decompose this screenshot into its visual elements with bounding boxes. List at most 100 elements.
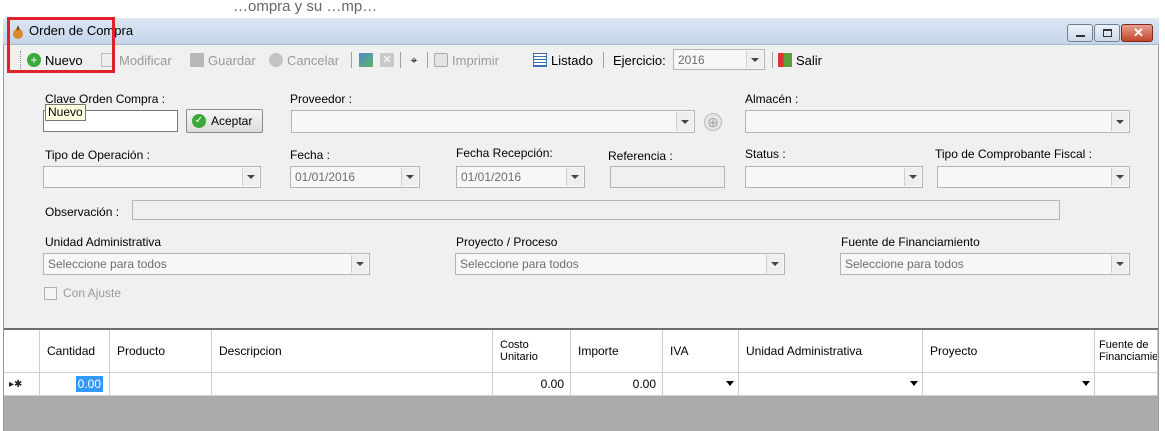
chevron-down-icon	[766, 255, 783, 273]
referencia-label: Referencia :	[608, 149, 673, 163]
toolbar-separator	[351, 52, 352, 68]
toolbar-separator	[603, 52, 604, 68]
fecha-recepcion-value: 01/01/2016	[461, 170, 522, 184]
guardar-button[interactable]: Guardar	[190, 51, 256, 69]
column-header-proyecto[interactable]: Proyecto	[923, 330, 1095, 373]
column-header-fuente[interactable]: Fuente de Financiamie	[1095, 330, 1158, 373]
toolbar-separator	[772, 52, 773, 68]
toolbar-separator	[400, 52, 401, 68]
fecha-value: 01/01/2016	[295, 170, 356, 184]
fecha-recepcion-picker[interactable]: 01/01/2016	[456, 166, 585, 188]
almacen-select[interactable]	[745, 110, 1130, 133]
proveedor-label: Proveedor :	[290, 92, 353, 106]
cell-fuente[interactable]	[1095, 373, 1158, 396]
row-header-corner	[4, 330, 40, 373]
chevron-down-icon	[904, 168, 921, 186]
fuente-select[interactable]: Seleccione para todos	[840, 253, 1130, 275]
fuente-label: Fuente de Financiamiento	[841, 235, 980, 249]
cell-proyecto-select[interactable]	[923, 373, 1095, 396]
listado-button[interactable]: Listado	[533, 51, 593, 69]
imprimir-button[interactable]: Imprimir	[434, 51, 499, 69]
column-header-iva[interactable]: IVA	[663, 330, 739, 373]
aceptar-button[interactable]: ✓ Aceptar	[186, 109, 263, 133]
highlight-box	[7, 17, 115, 73]
unidad-label: Unidad Administrativa	[45, 235, 162, 249]
search-button[interactable]: ⌖	[407, 51, 425, 69]
cell-iva-select[interactable]	[663, 373, 739, 396]
cell-producto[interactable]	[110, 373, 212, 396]
list-icon	[533, 53, 547, 67]
observacion-input[interactable]	[132, 200, 1060, 220]
chevron-down-icon	[1111, 112, 1128, 131]
minimize-icon	[1076, 35, 1085, 37]
toolbar-separator	[427, 52, 428, 68]
fecha-label: Fecha :	[290, 148, 331, 162]
chevron-down-icon	[566, 168, 583, 186]
tipo-operacion-select[interactable]	[43, 166, 261, 188]
chevron-down-icon	[676, 112, 693, 131]
tipo-comprobante-select[interactable]	[937, 166, 1130, 188]
check-icon: ✓	[192, 114, 206, 128]
ejercicio-select[interactable]: 2016	[673, 49, 765, 70]
new-row-marker: ▸✱	[4, 373, 40, 396]
chevron-down-icon	[351, 255, 368, 273]
proyecto-label: Proyecto / Proceso	[456, 235, 558, 249]
column-header-descripcion[interactable]: Descripcion	[212, 330, 493, 373]
chevron-down-icon	[726, 381, 734, 386]
fecha-recepcion-label: Fecha Recepción:	[456, 146, 553, 160]
cell-importe[interactable]: 0.00	[571, 373, 663, 396]
column-header-unidad[interactable]: Unidad Administrativa	[739, 330, 923, 373]
cell-cantidad-value: 0.00	[75, 376, 103, 392]
tooltip: Nuevo	[45, 104, 86, 121]
cancelar-button[interactable]: Cancelar	[269, 51, 339, 69]
column-header-importe[interactable]: Importe	[571, 330, 663, 373]
delete-icon: ✕	[380, 53, 394, 67]
title-bar	[3, 18, 1159, 45]
cancel-icon	[269, 53, 283, 67]
exit-icon	[778, 53, 792, 67]
refresh-icon	[359, 53, 373, 67]
chevron-down-icon	[1111, 168, 1128, 186]
add-circle-icon: ⊕	[707, 114, 719, 130]
salir-button[interactable]: Salir	[778, 51, 822, 69]
modificar-label: Modificar	[119, 52, 172, 68]
proveedor-select[interactable]	[291, 110, 695, 133]
con-ajuste-checkbox[interactable]: Con Ajuste	[44, 286, 121, 300]
refresh-button[interactable]	[359, 51, 377, 69]
maximize-button[interactable]	[1094, 24, 1120, 42]
delete-button[interactable]: ✕	[380, 51, 398, 69]
unidad-select[interactable]: Seleccione para todos	[43, 253, 370, 275]
add-provider-button[interactable]: ⊕	[704, 113, 722, 131]
chevron-down-icon	[1082, 381, 1090, 386]
cancelar-label: Cancelar	[287, 52, 340, 68]
background-strip: …ompra y su …mp…	[0, 0, 1165, 20]
column-header-costo-unitario[interactable]: Costo Unitario	[493, 330, 571, 373]
aceptar-label: Aceptar	[211, 114, 253, 128]
observacion-label: Observación :	[45, 205, 120, 219]
con-ajuste-label: Con Ajuste	[63, 286, 122, 300]
guardar-label: Guardar	[208, 52, 256, 68]
close-button[interactable]: ✕	[1121, 24, 1153, 42]
maximize-icon	[1103, 29, 1112, 37]
salir-label: Salir	[796, 52, 823, 68]
ejercicio-label: Ejercicio:	[613, 52, 666, 68]
ejercicio-value: 2016	[678, 52, 705, 67]
status-select[interactable]	[745, 166, 923, 188]
cell-descripcion[interactable]	[212, 373, 493, 396]
column-header-cantidad[interactable]: Cantidad	[40, 330, 110, 373]
background-text: …ompra y su …mp…	[233, 0, 378, 15]
save-icon	[190, 53, 204, 67]
cell-unidad-select[interactable]	[739, 373, 923, 396]
chevron-down-icon	[910, 381, 918, 386]
proyecto-select[interactable]: Seleccione para todos	[455, 253, 785, 275]
referencia-input[interactable]	[610, 166, 725, 188]
listado-label: Listado	[551, 52, 593, 68]
column-header-producto[interactable]: Producto	[110, 330, 212, 373]
minimize-button[interactable]	[1067, 24, 1093, 42]
cell-cantidad[interactable]: 0.00	[40, 373, 110, 396]
chevron-down-icon	[1111, 255, 1128, 273]
cell-costo-unitario[interactable]: 0.00	[493, 373, 571, 396]
proyecto-value: Seleccione para todos	[460, 257, 579, 271]
fecha-picker[interactable]: 01/01/2016	[290, 166, 420, 188]
close-icon: ✕	[1133, 25, 1144, 40]
